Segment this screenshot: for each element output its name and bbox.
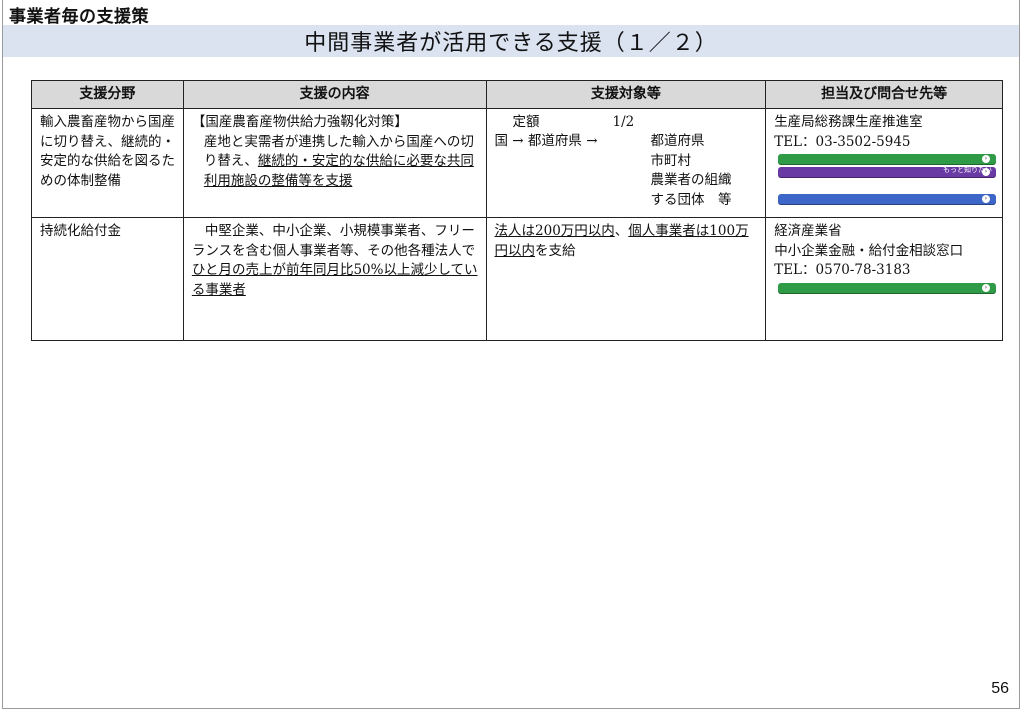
support-table: 支援分野 支援の内容 支援対象等 担当及び問合せ先等 輸入農畜産物から国産に切り… — [31, 80, 1003, 341]
subsidy-rate: 1/2 — [612, 114, 635, 130]
funding-flow: 定額 1/2 国 → 都道府県 → 都道府県 市町村 農業者の組織 する団体 等 — [495, 113, 760, 209]
contact-cell: 経済産業省 中小企業金融・給付金相談窓口 TEL：0570-78-3183 › も… — [765, 217, 1003, 341]
content-title: 【国産農畜産物供給力強靱化対策】 — [191, 114, 408, 130]
content-cell: 中堅企業、中小企業、小規模事業者、フリーランスを含む個人事業者等、その他各種法人… — [182, 217, 487, 341]
content-lead: 中堅企業、中小企業、小規模事業者、フリーランスを含む個人事業者等、その他各種法人… — [191, 223, 476, 259]
link-buttons: › もっと知りたい — [774, 282, 996, 303]
contact-office: 経済産業省 — [774, 223, 842, 239]
contact-cell: 生産局総務課生産推進室 TEL：03-3502-5945 › もっと知りたい › 実施… — [765, 108, 1003, 218]
contact-tel: TEL：0570-78-3183 — [774, 262, 911, 278]
recipient-item: 農業者の組織 — [650, 172, 732, 188]
link-buttons: › もっと知りたい › 実施要綱・要領 › 紹 介 動 画 — [774, 154, 996, 214]
arrow-right-icon: › — [982, 155, 990, 163]
flow-text: 国 → 都道府県 → — [494, 133, 598, 149]
field-text: 持続化給付金 — [40, 223, 121, 239]
table-row: 持続化給付金 中堅企業、中小企業、小規模事業者、フリーランスを含む個人事業者等、… — [31, 217, 1003, 341]
contact-office: 生産局総務課生産推進室 — [774, 114, 923, 130]
table-header-row: 支援分野 支援の内容 支援対象等 担当及び問合せ先等 — [31, 80, 1003, 109]
recipient-list: 都道府県 市町村 農業者の組織 する団体 等 — [651, 132, 732, 210]
page-title: 中間事業者が活用できる支援（１／２） — [3, 25, 1019, 57]
header-contact: 担当及び問合せ先等 — [765, 80, 1003, 109]
header-target: 支援対象等 — [485, 80, 767, 109]
slide: 事業者毎の支援策 中間事業者が活用できる支援（１／２） 支援分野 支援の内容 支… — [2, 0, 1020, 709]
contact-desk: 中小企業金融・給付金相談窓口 — [774, 242, 964, 259]
header-field: 支援分野 — [31, 80, 184, 109]
learn-more-button[interactable]: › もっと知りたい — [778, 154, 996, 174]
content-cell: 【国産農畜産物供給力強靱化対策】 産地と実需者が連携した輸入から国産への切り替え… — [182, 108, 487, 218]
section-label: 事業者毎の支援策 — [9, 7, 149, 27]
arrow-right-icon: › — [982, 195, 990, 203]
arrow-right-icon: › — [982, 168, 990, 176]
header-content: 支援の内容 — [182, 80, 487, 109]
contact-tel: TEL：03-3502-5945 — [774, 133, 911, 150]
recipient-item: する団体 等 — [650, 191, 732, 208]
intro-video-button[interactable]: › 紹 介 動 画 — [778, 194, 996, 214]
arrow-right-icon: › — [982, 283, 990, 292]
field-text: 輸入農畜産物から国産に切り替え、継続的・安定的な供給を図るための体制整備 — [40, 114, 175, 189]
content-body: 産地と実需者が連携した輸入から国産への切り替え、継続的・安定的な供給に必要な共同… — [192, 133, 480, 192]
target-separator: 、 — [614, 223, 629, 239]
table-row: 輸入農畜産物から国産に切り替え、継続的・安定的な供給を図るための体制整備 【国産… — [31, 108, 1003, 218]
recipient-item: 市町村 — [650, 152, 692, 169]
content-underlined: ひと月の売上が前年同月比50%以上減少している事業者 — [191, 262, 478, 298]
target-tail: を支給 — [535, 242, 576, 259]
target-corporate: 法人は200万円以内 — [494, 223, 615, 239]
target-cell: 法人は200万円以内、個人事業者は100万円以内を支給 — [485, 217, 767, 341]
amount-label: 定額 — [512, 114, 540, 130]
target-cell: 定額 1/2 国 → 都道府県 → 都道府県 市町村 農業者の組織 する団体 等 — [485, 108, 767, 218]
page-number: 56 — [991, 680, 1009, 697]
content-body: 中堅企業、中小企業、小規模事業者、フリーランスを含む個人事業者等、その他各種法人… — [192, 222, 480, 300]
field-cell: 輸入農畜産物から国産に切り替え、継続的・安定的な供給を図るための体制整備 — [31, 108, 184, 218]
learn-more-button[interactable]: › もっと知りたい — [778, 282, 996, 303]
recipient-item: 都道府県 — [650, 133, 705, 149]
field-cell: 持続化給付金 — [31, 217, 184, 341]
